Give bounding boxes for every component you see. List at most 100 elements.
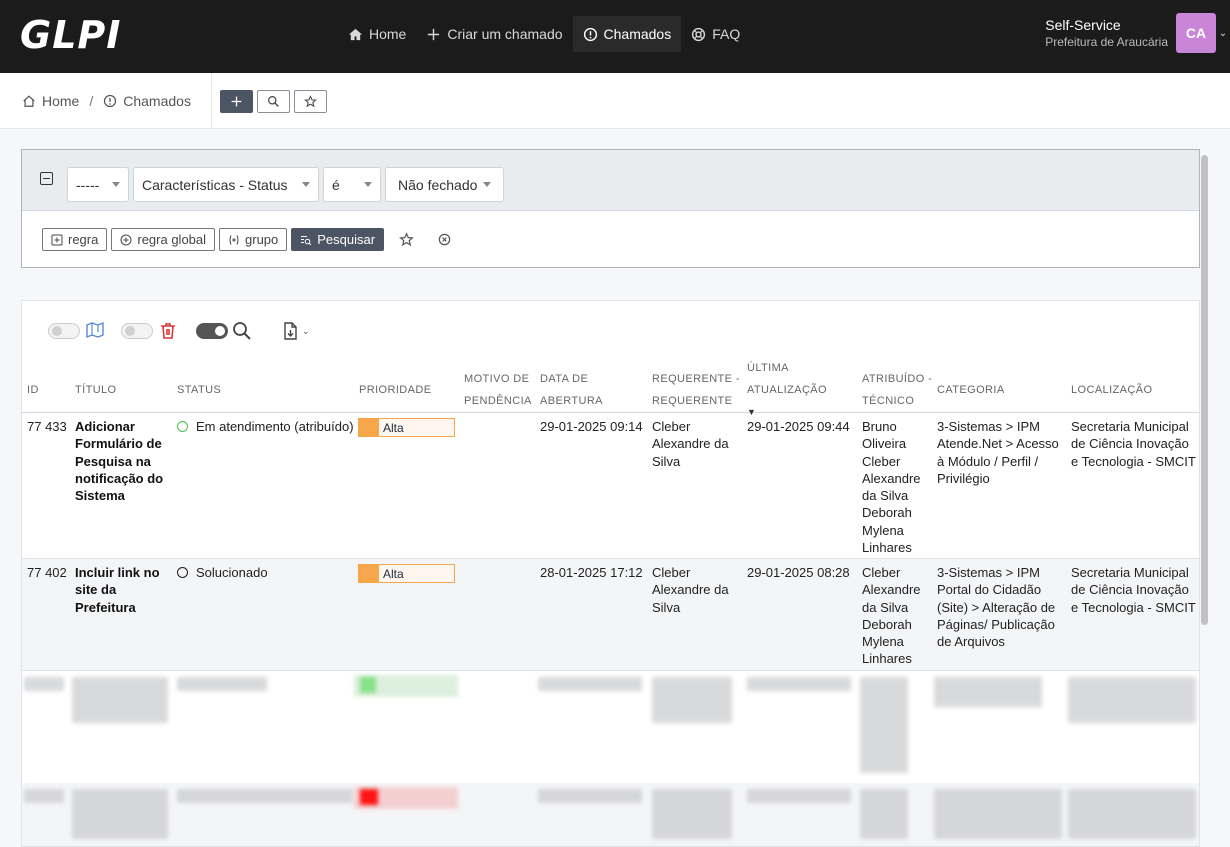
- nav-item-home[interactable]: Home: [338, 16, 416, 52]
- add-group-label: grupo: [245, 232, 279, 247]
- list-search-icon: [301, 235, 312, 245]
- chevron-down-icon: [302, 182, 310, 187]
- trash-toggle[interactable]: [121, 323, 153, 339]
- table-row[interactable]: 77 433 Adicionar Formulário de Pesquisa …: [22, 413, 1199, 559]
- avatar[interactable]: CA: [1176, 13, 1216, 53]
- ticket-status: Solucionado: [177, 564, 357, 581]
- table-header: ID TÍTULO STATUS PRIORIDADE MOTIVO DE PEN…: [22, 362, 1199, 417]
- link-select-value: -----: [76, 176, 100, 193]
- column-header-technician[interactable]: ATRIBUÍDO - TÉCNICO: [862, 367, 932, 413]
- requester: Cleber Alexandre da Silva: [652, 419, 729, 469]
- add-button[interactable]: [220, 90, 253, 113]
- last-update: 29-01-2025 08:28: [747, 565, 850, 580]
- operator-select[interactable]: é: [323, 167, 381, 202]
- value-select-value: Não fechado: [398, 176, 478, 193]
- column-header-category[interactable]: CATEGORIA: [937, 367, 1005, 413]
- field-select-value: Características - Status: [142, 176, 288, 193]
- table-row-blurred: [22, 671, 1199, 783]
- column-header-opening-date[interactable]: DATA DE ABERTURA: [540, 367, 603, 413]
- column-header-title[interactable]: TÍTULO: [75, 367, 117, 413]
- column-header-status[interactable]: STATUS: [177, 367, 221, 413]
- top-navbar: GLPI Home Criar um chamado Chamados FAQ …: [0, 0, 1230, 73]
- priority-label: Alta: [383, 566, 404, 581]
- saved-searches-button[interactable]: [294, 90, 327, 113]
- star-icon: [304, 95, 317, 108]
- nav-item-faq[interactable]: FAQ: [681, 16, 750, 52]
- criteria-row: ----- Características - Status é Não fec…: [22, 150, 1199, 211]
- add-group-button[interactable]: grupo: [219, 228, 288, 251]
- search-icon[interactable]: [232, 321, 252, 341]
- breadcrumb-separator: /: [89, 93, 94, 109]
- column-header-last-update[interactable]: ÚLTIMA ATUALIZAÇÃO ▼: [747, 362, 827, 417]
- search-button[interactable]: Pesquisar: [291, 228, 385, 251]
- logo-text: GLPI: [20, 13, 122, 57]
- chevron-down-icon[interactable]: ⌄: [302, 326, 310, 337]
- priority-badge: Alta: [358, 418, 455, 437]
- user-menu[interactable]: Self-Service Prefeitura de Araucária CA …: [1045, 12, 1230, 54]
- scrollbar[interactable]: [1201, 155, 1208, 625]
- add-global-rule-button[interactable]: regra global: [111, 228, 216, 251]
- last-update: 29-01-2025 09:44: [747, 419, 850, 434]
- ticket-title[interactable]: Incluir link no site da Prefeitura: [75, 564, 171, 616]
- save-search-button[interactable]: [398, 232, 414, 248]
- ticket-status-label: Em atendimento (atribuído): [196, 419, 354, 434]
- chevron-down-icon[interactable]: ⌄: [1216, 28, 1230, 39]
- circle-plus-icon: [120, 234, 132, 245]
- main-nav: Home Criar um chamado Chamados FAQ: [338, 16, 750, 52]
- requester: Cleber Alexandre da Silva: [652, 565, 729, 615]
- ticket-title[interactable]: Adicionar Formulário de Pesquisa na noti…: [75, 418, 171, 504]
- massive-actions-toolbar: ⌄: [48, 321, 310, 341]
- opening-date: 29-01-2025 09:14: [540, 419, 643, 434]
- ticket-id[interactable]: 77 433: [27, 418, 67, 435]
- category: 3-Sistemas > IPM Atende.Net > Acesso à M…: [937, 419, 1059, 486]
- search-criteria-card: ----- Características - Status é Não fec…: [21, 149, 1200, 268]
- glpi-logo[interactable]: GLPI: [20, 12, 121, 58]
- breadcrumb-bar: Home / Chamados: [0, 73, 1230, 129]
- nav-item-label: Home: [369, 26, 407, 42]
- plus-icon: [231, 96, 242, 107]
- chevron-down-icon: [364, 182, 372, 187]
- search-toggle-button[interactable]: [257, 90, 290, 113]
- value-select[interactable]: Não fechado: [385, 167, 504, 202]
- technician: Cleber Alexandre da Silva Deborah Mylena…: [862, 565, 921, 667]
- link-select[interactable]: -----: [67, 167, 129, 202]
- map-pin-icon[interactable]: [85, 321, 105, 341]
- search-icon: [268, 96, 279, 107]
- collapse-icon[interactable]: [40, 172, 53, 185]
- column-header-priority[interactable]: PRIORIDADE: [359, 367, 431, 413]
- reset-search-button[interactable]: [436, 232, 452, 248]
- location: Secretaria Municipal de Ciência Inovação…: [1071, 565, 1196, 615]
- chevron-down-icon: [483, 182, 492, 187]
- status-circle-icon: [177, 421, 188, 432]
- criteria-actions: regra regra global grupo Pesquisar: [42, 228, 452, 251]
- breadcrumb-home[interactable]: Home: [42, 93, 79, 109]
- column-header-id[interactable]: ID: [27, 367, 39, 413]
- priority-label: Alta: [383, 420, 404, 435]
- column-header-requester[interactable]: REQUERENTE - REQUERENTE: [652, 367, 740, 413]
- breadcrumb-current[interactable]: Chamados: [123, 93, 191, 109]
- search-toggle[interactable]: [196, 323, 228, 339]
- search-button-label: Pesquisar: [317, 232, 376, 247]
- map-toggle[interactable]: [48, 323, 80, 339]
- column-header-pending-reason[interactable]: MOTIVO DE PENDÊNCIA: [464, 367, 532, 413]
- ticket-status: Em atendimento (atribuído): [177, 418, 357, 435]
- home-icon: [348, 28, 363, 40]
- ticket-id[interactable]: 77 402: [27, 564, 67, 581]
- nav-item-tickets[interactable]: Chamados: [572, 16, 682, 52]
- file-export-icon[interactable]: [280, 321, 300, 341]
- add-rule-button[interactable]: regra: [42, 228, 108, 251]
- priority-badge: Alta: [358, 564, 455, 583]
- results-card: ⌄ ID TÍTULO STATUS PRIORIDADE MOTIVO DE P…: [21, 300, 1200, 847]
- nav-item-label: FAQ: [712, 26, 741, 42]
- trash-icon[interactable]: [158, 321, 178, 341]
- nav-item-create-ticket[interactable]: Criar um chamado: [416, 16, 572, 52]
- column-header-location[interactable]: LOCALIZAÇÃO: [1071, 367, 1152, 413]
- alert-circle-icon: [104, 94, 117, 108]
- table-row-blurred: [22, 783, 1199, 846]
- breadcrumb: Home / Chamados: [22, 73, 191, 129]
- user-profile-name: Self-Service: [1045, 17, 1121, 33]
- table-row[interactable]: 77 402 Incluir link no site da Prefeitur…: [22, 559, 1199, 671]
- field-select[interactable]: Características - Status: [133, 167, 319, 202]
- category: 3-Sistemas > IPM Portal do Cidadão (Site…: [937, 565, 1056, 650]
- lifebuoy-icon: [692, 27, 706, 41]
